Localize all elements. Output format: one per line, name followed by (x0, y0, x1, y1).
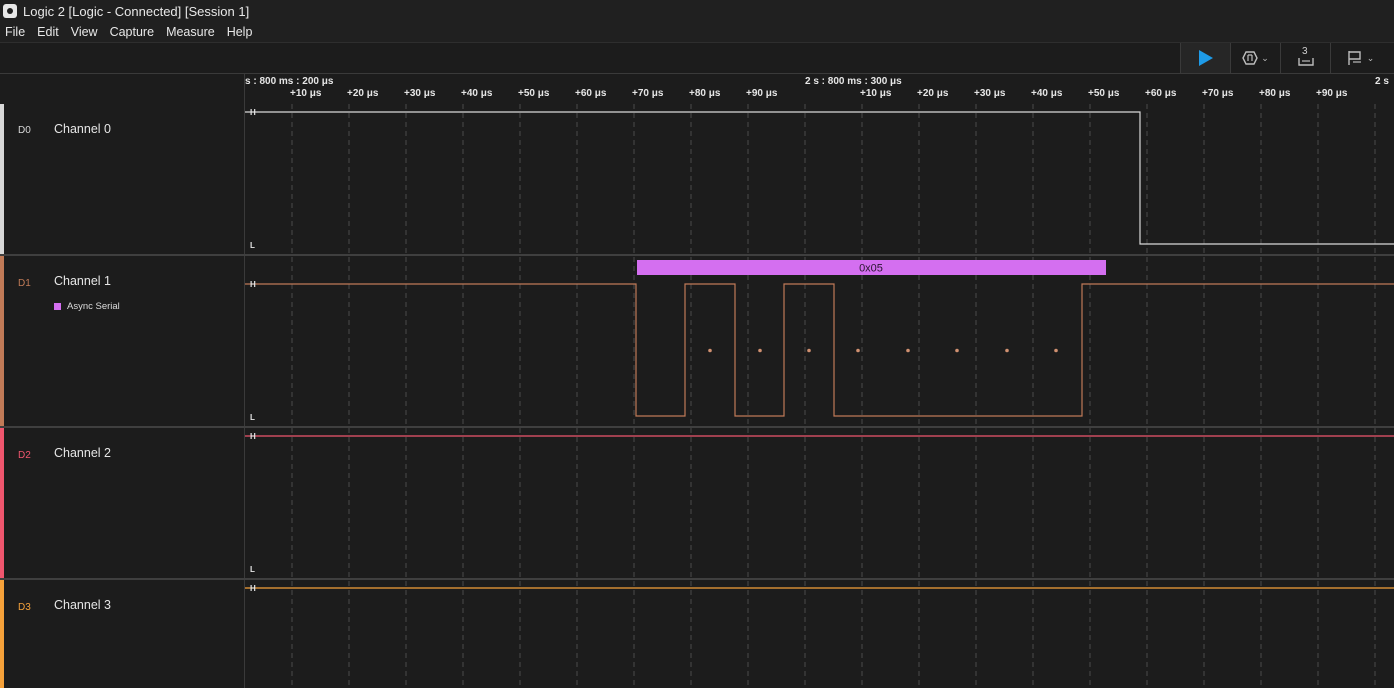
channel-name[interactable]: Channel 1 (54, 274, 111, 288)
decoded-value: 0x05 (859, 263, 883, 275)
low-level-marker: L (250, 565, 255, 574)
decoded-frame-bubble[interactable]: 0x05 (637, 260, 1106, 275)
title-bar: Logic 2 [Logic - Connected] [Session 1] (0, 0, 1394, 22)
ruler-tick: +80 μs (1259, 88, 1291, 99)
channel-1-waveform (245, 283, 1394, 417)
channel-name[interactable]: Channel 0 (54, 122, 111, 136)
ruler-tick: +30 μs (404, 88, 436, 99)
channel-color-bar (0, 580, 4, 688)
channel-color-bar (0, 104, 4, 254)
ruler-tick: +40 μs (461, 88, 493, 99)
ruler-tick: +60 μs (575, 88, 607, 99)
waveform-area[interactable]: 0x05 (245, 104, 1394, 688)
ruler-tick: +10 μs (290, 88, 322, 99)
menu-view[interactable]: View (65, 25, 104, 39)
ruler-tick: +20 μs (347, 88, 379, 99)
channel-row-d0[interactable]: D0 Channel 0 (0, 104, 244, 254)
menu-bar: File Edit View Capture Measure Help (0, 22, 1394, 43)
analyzer-tag[interactable]: Async Serial (54, 301, 120, 312)
low-level-marker: L (250, 413, 255, 422)
chevron-down-icon: ⌄ (1366, 52, 1375, 63)
ruler-tick: +80 μs (689, 88, 721, 99)
high-level-marker: H (250, 280, 256, 289)
ruler-tick: +70 μs (632, 88, 664, 99)
measurement-count-badge: 3 (1302, 46, 1308, 57)
channel-code: D3 (18, 602, 31, 613)
app-logo-icon (3, 4, 17, 18)
menu-edit[interactable]: Edit (31, 25, 65, 39)
channel-row-d2[interactable]: D2 Channel 2 (0, 428, 244, 578)
low-level-marker: L (250, 241, 255, 250)
trigger-icon (1242, 51, 1259, 65)
play-icon (1198, 50, 1213, 66)
menu-help[interactable]: Help (221, 25, 259, 39)
channel-color-bar (0, 428, 4, 578)
marker-button[interactable]: ⌄ (1330, 43, 1389, 73)
channel-code: D2 (18, 450, 31, 461)
channel-name[interactable]: Channel 2 (54, 446, 111, 460)
ruler-anchor-left: s : 800 ms : 200 μs (245, 76, 334, 87)
flag-icon (1348, 51, 1361, 65)
channel-0-waveform (245, 111, 1394, 245)
ruler-tick: +20 μs (917, 88, 949, 99)
ruler-tick: +10 μs (860, 88, 892, 99)
menu-capture[interactable]: Capture (104, 25, 160, 39)
trigger-settings-button[interactable]: ⌄ (1230, 43, 1280, 73)
channel-name[interactable]: Channel 3 (54, 598, 111, 612)
measurement-button[interactable]: 3 (1280, 43, 1330, 73)
high-level-marker: H (250, 108, 256, 117)
channel-code: D1 (18, 278, 31, 289)
start-capture-button[interactable] (1180, 43, 1230, 73)
capture-toolbar: ⌄ 3 ⌄ (244, 43, 1394, 74)
window-title: Logic 2 [Logic - Connected] [Session 1] (23, 3, 250, 19)
channel-row-d3[interactable]: D3 Channel 3 (0, 580, 244, 688)
chevron-down-icon: ⌄ (1261, 52, 1269, 63)
ruler-tick: +90 μs (746, 88, 778, 99)
channel-row-d1[interactable]: D1 Channel 1 Async Serial (0, 256, 244, 426)
analyzer-color-swatch (54, 303, 61, 310)
ruler-tick: +50 μs (518, 88, 550, 99)
ruler-tick: +70 μs (1202, 88, 1234, 99)
ruler-anchor-right: 2 s (1375, 76, 1389, 87)
bit-sample-dots (708, 348, 1058, 353)
high-level-marker: H (250, 432, 256, 441)
channel-color-bar (0, 256, 4, 426)
ruler-tick: +40 μs (1031, 88, 1063, 99)
ruler-tick: +60 μs (1145, 88, 1177, 99)
time-ruler[interactable]: s : 800 ms : 200 μs 2 s : 800 ms : 300 μ… (245, 74, 1394, 104)
channel-header-area (0, 43, 244, 74)
menu-file[interactable]: File (0, 25, 31, 39)
menu-measure[interactable]: Measure (160, 25, 221, 39)
ruler-tick: +50 μs (1088, 88, 1120, 99)
high-level-marker: H (250, 584, 256, 593)
ruler-tick: +30 μs (974, 88, 1006, 99)
channel-code: D0 (18, 125, 31, 136)
ruler-anchor-mid: 2 s : 800 ms : 300 μs (805, 76, 902, 87)
analyzer-label: Async Serial (67, 301, 120, 312)
ruler-tick: +90 μs (1316, 88, 1348, 99)
